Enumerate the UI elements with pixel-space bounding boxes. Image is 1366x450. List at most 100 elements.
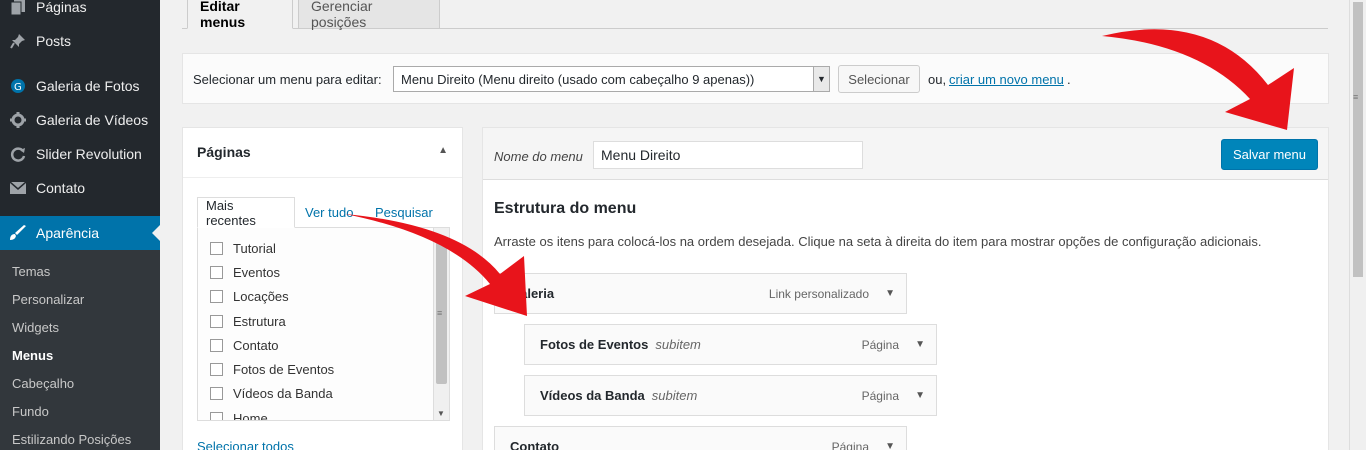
list-item[interactable]: Vídeos da Banda	[210, 386, 333, 401]
list-item-label: Tutorial	[233, 241, 276, 256]
checkbox[interactable]	[210, 387, 223, 400]
refresh-icon	[0, 146, 36, 162]
select-all-link[interactable]: Selecionar todos	[197, 439, 294, 450]
menu-item-galeria[interactable]: Galeria Link personalizado ▼	[494, 273, 907, 314]
scroll-down-icon[interactable]: ▼	[437, 409, 445, 418]
sidebar-item-label: Posts	[36, 33, 72, 49]
svg-text:G: G	[14, 82, 22, 93]
menu-structure-panel: Nome do menu Menu Direito Salvar menu Es…	[482, 127, 1329, 450]
structure-title: Estrutura do menu	[494, 200, 637, 217]
expand-arrow-icon[interactable]: ▼	[885, 441, 895, 450]
list-item-label: Fotos de Eventos	[233, 362, 335, 377]
submenu-item-widgets[interactable]: Widgets	[12, 320, 59, 335]
list-item-label: Locações	[233, 289, 289, 304]
menu-item-title: Contato	[510, 439, 560, 450]
menu-item-type: Link personalizado	[768, 286, 869, 301]
list-item-label: Eventos	[233, 265, 280, 280]
tab-edit-menus[interactable]: Editar menus	[187, 0, 293, 30]
sidebar-item-label: Galeria de Fotos	[36, 78, 140, 94]
submenu-item-menus[interactable]: Menus	[12, 348, 53, 363]
sidebar-item-posts[interactable]: Posts	[0, 24, 160, 58]
envelope-icon	[0, 182, 36, 194]
checkbox[interactable]	[210, 290, 223, 303]
menu-item-type: Página	[861, 337, 899, 352]
structure-description: Arraste os itens para colocá-los na orde…	[494, 234, 1262, 249]
sidebar-item-label: Páginas	[36, 0, 87, 15]
select-menu-label: Selecionar um menu para editar:	[193, 72, 382, 87]
pages-panel: Páginas ▲ Mais recentes Ver tudo Pesquis…	[182, 127, 463, 450]
save-menu-button[interactable]: Salvar menu	[1221, 139, 1318, 170]
checkbox[interactable]	[210, 266, 223, 279]
submenu-item-styling-positions[interactable]: Estilizando Posições	[12, 432, 131, 447]
menu-select-dropdown[interactable]: Menu Direito (Menu direito (usado com ca…	[393, 66, 830, 92]
list-item-label: Contato	[233, 338, 279, 353]
tab-manage-locations[interactable]: Gerenciar posições	[298, 0, 440, 30]
menu-name-label: Nome do menu	[494, 149, 583, 164]
list-item[interactable]: Fotos de Eventos	[210, 362, 334, 377]
appearance-submenu: Temas Personalizar Widgets Menus Cabeçal…	[0, 250, 160, 450]
list-item[interactable]: Tutorial	[210, 241, 276, 256]
pages-checklist: Tutorial Eventos Locações Estrutura Cont…	[197, 227, 450, 421]
sidebar-item-photo-gallery[interactable]: G Galeria de Fotos	[0, 69, 160, 103]
list-item[interactable]: Home	[210, 411, 268, 421]
list-item-label: Vídeos da Banda	[233, 386, 333, 401]
submenu-item-background[interactable]: Fundo	[12, 404, 49, 419]
sidebar-item-label: Aparência	[36, 225, 100, 241]
sidebar-item-pages[interactable]: Páginas	[0, 0, 160, 24]
sidebar-item-slider-revolution[interactable]: Slider Revolution	[0, 137, 160, 171]
sidebar-item-contact[interactable]: Contato	[0, 171, 160, 205]
pin-icon	[0, 33, 36, 49]
gear-icon	[0, 112, 36, 128]
checkbox[interactable]	[210, 339, 223, 352]
menu-item-title: Galeria	[510, 286, 555, 301]
checkbox[interactable]	[210, 242, 223, 255]
pages-panel-title: Páginas	[197, 144, 251, 160]
admin-sidebar: Páginas Posts G Galeria de Fotos Galeria…	[0, 0, 160, 450]
menu-item-type: Página	[861, 388, 899, 403]
menu-select-value: Menu Direito (Menu direito (usado com ca…	[401, 72, 755, 87]
expand-arrow-icon[interactable]: ▼	[915, 339, 925, 350]
menu-name-input[interactable]: Menu Direito	[593, 141, 863, 169]
menu-item-videos-da-banda[interactable]: Vídeos da Banda subitem Página ▼	[524, 375, 937, 416]
sidebar-item-label: Slider Revolution	[36, 146, 142, 162]
menu-item-fotos-de-eventos[interactable]: Fotos de Eventos subitem Página ▼	[524, 324, 937, 365]
menu-header: Nome do menu Menu Direito Salvar menu	[483, 128, 1328, 180]
list-item-label: Home	[233, 411, 268, 421]
menu-item-title: Vídeos da Banda subitem	[540, 388, 698, 403]
select-button[interactable]: Selecionar	[838, 65, 920, 93]
or-text: ou,	[928, 72, 947, 87]
submenu-item-header[interactable]: Cabeçalho	[12, 376, 74, 391]
list-item[interactable]: Locações	[210, 289, 289, 304]
create-new-menu-link[interactable]: criar um novo menu	[949, 72, 1064, 87]
checkbox[interactable]	[210, 363, 223, 376]
sidebar-item-video-gallery[interactable]: Galeria de Vídeos	[0, 103, 160, 137]
list-scrollbar[interactable]: ≡ ▼	[433, 228, 449, 420]
tab-most-recent[interactable]: Mais recentes	[197, 197, 295, 228]
list-item[interactable]: Estrutura	[210, 314, 286, 329]
menu-item-contato[interactable]: Contato Página ▼	[494, 426, 907, 450]
tab-search[interactable]: Pesquisar	[367, 197, 441, 228]
panel-divider	[183, 177, 462, 178]
menu-item-title: Fotos de Eventos subitem	[540, 337, 701, 352]
submenu-item-customize[interactable]: Personalizar	[12, 292, 84, 307]
expand-arrow-icon[interactable]: ▼	[915, 390, 925, 401]
list-item[interactable]: Contato	[210, 338, 279, 353]
scrollbar-thumb[interactable]	[1353, 2, 1363, 277]
sidebar-item-label: Galeria de Vídeos	[36, 112, 149, 128]
checkbox[interactable]	[210, 315, 223, 328]
list-item[interactable]: Eventos	[210, 265, 280, 280]
menu-item-type: Página	[831, 439, 869, 450]
menu-select-bar: Selecionar um menu para editar: Menu Dir…	[182, 53, 1329, 104]
grip-icon: ≡	[437, 308, 443, 318]
period-text: .	[1067, 72, 1071, 87]
page-scrollbar[interactable]: ≡	[1349, 0, 1366, 450]
expand-arrow-icon[interactable]: ▼	[885, 288, 895, 299]
brush-icon	[0, 225, 36, 241]
sidebar-item-appearance[interactable]: Aparência	[0, 216, 160, 250]
collapse-arrow-icon[interactable]: ▲	[438, 145, 448, 156]
chevron-down-icon[interactable]: ▼	[813, 67, 829, 91]
submenu-item-themes[interactable]: Temas	[12, 264, 50, 279]
tab-view-all[interactable]: Ver tudo	[297, 197, 361, 228]
checkbox[interactable]	[210, 412, 223, 420]
gallery-icon: G	[0, 78, 36, 94]
